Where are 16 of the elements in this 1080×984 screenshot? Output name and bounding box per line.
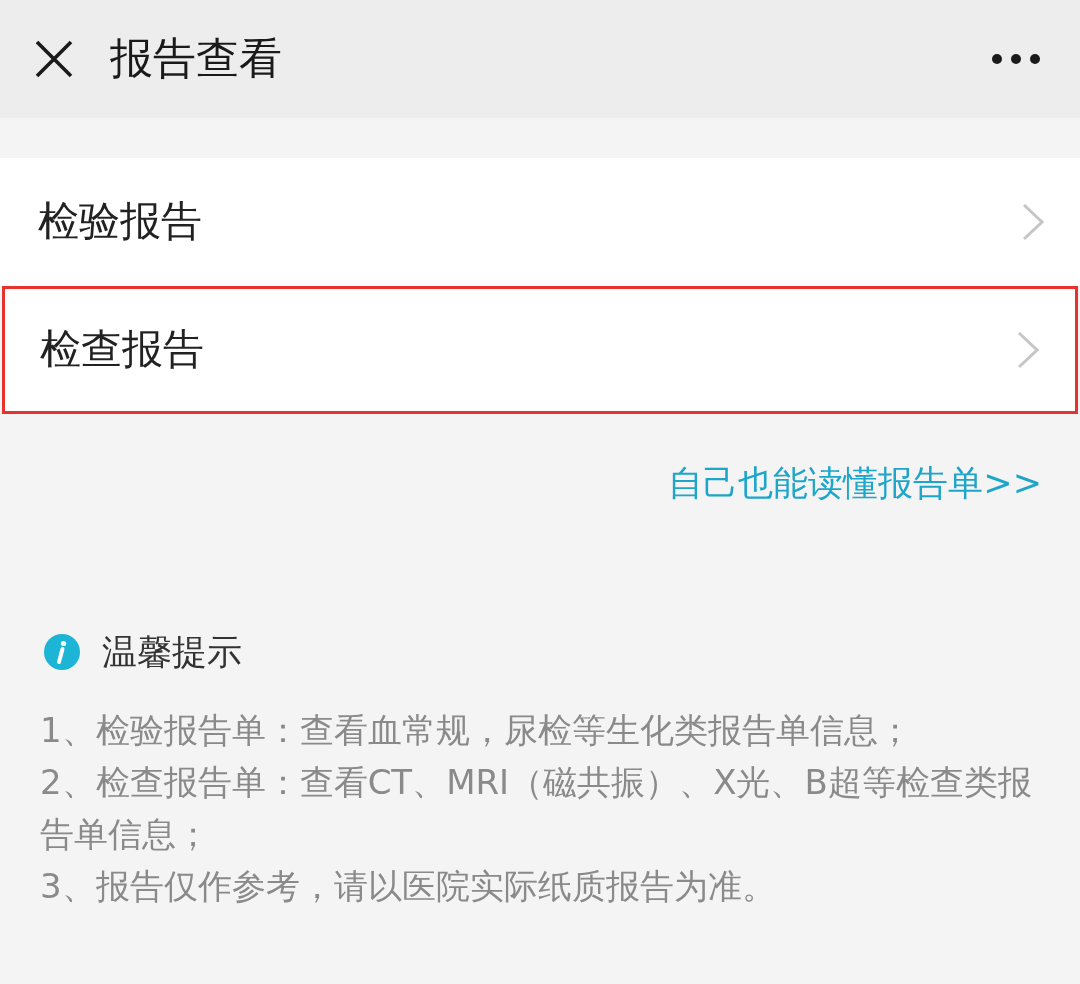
- menu-item[interactable]: 检验报告: [0, 158, 1080, 286]
- menu-item-label: 检查报告: [40, 325, 204, 375]
- close-icon: [34, 39, 74, 79]
- page-title: 报告查看: [110, 33, 283, 85]
- tip-text: 2、检查报告单：查看CT、MRI（磁共振）、X光、B超等检查类报告单信息；: [40, 761, 1033, 856]
- tip-text: 1、检验报告单：查看血常规，尿检等生化类报告单信息；: [40, 709, 913, 752]
- tip-text: 3、报告仅作参考，请以医院实际纸质报告为准。: [40, 865, 777, 908]
- highlighted-menu-item[interactable]: 检查报告: [2, 286, 1078, 414]
- close-button[interactable]: [34, 39, 74, 79]
- more-icon: [992, 54, 1040, 64]
- tips-title: 温馨提示: [102, 631, 242, 674]
- menu-item-label: 检验报告: [38, 197, 202, 247]
- more-button[interactable]: [992, 54, 1040, 64]
- chevron-right-icon: [1022, 203, 1044, 241]
- info-icon: [44, 634, 80, 670]
- chevron-right-icon: [1017, 331, 1039, 369]
